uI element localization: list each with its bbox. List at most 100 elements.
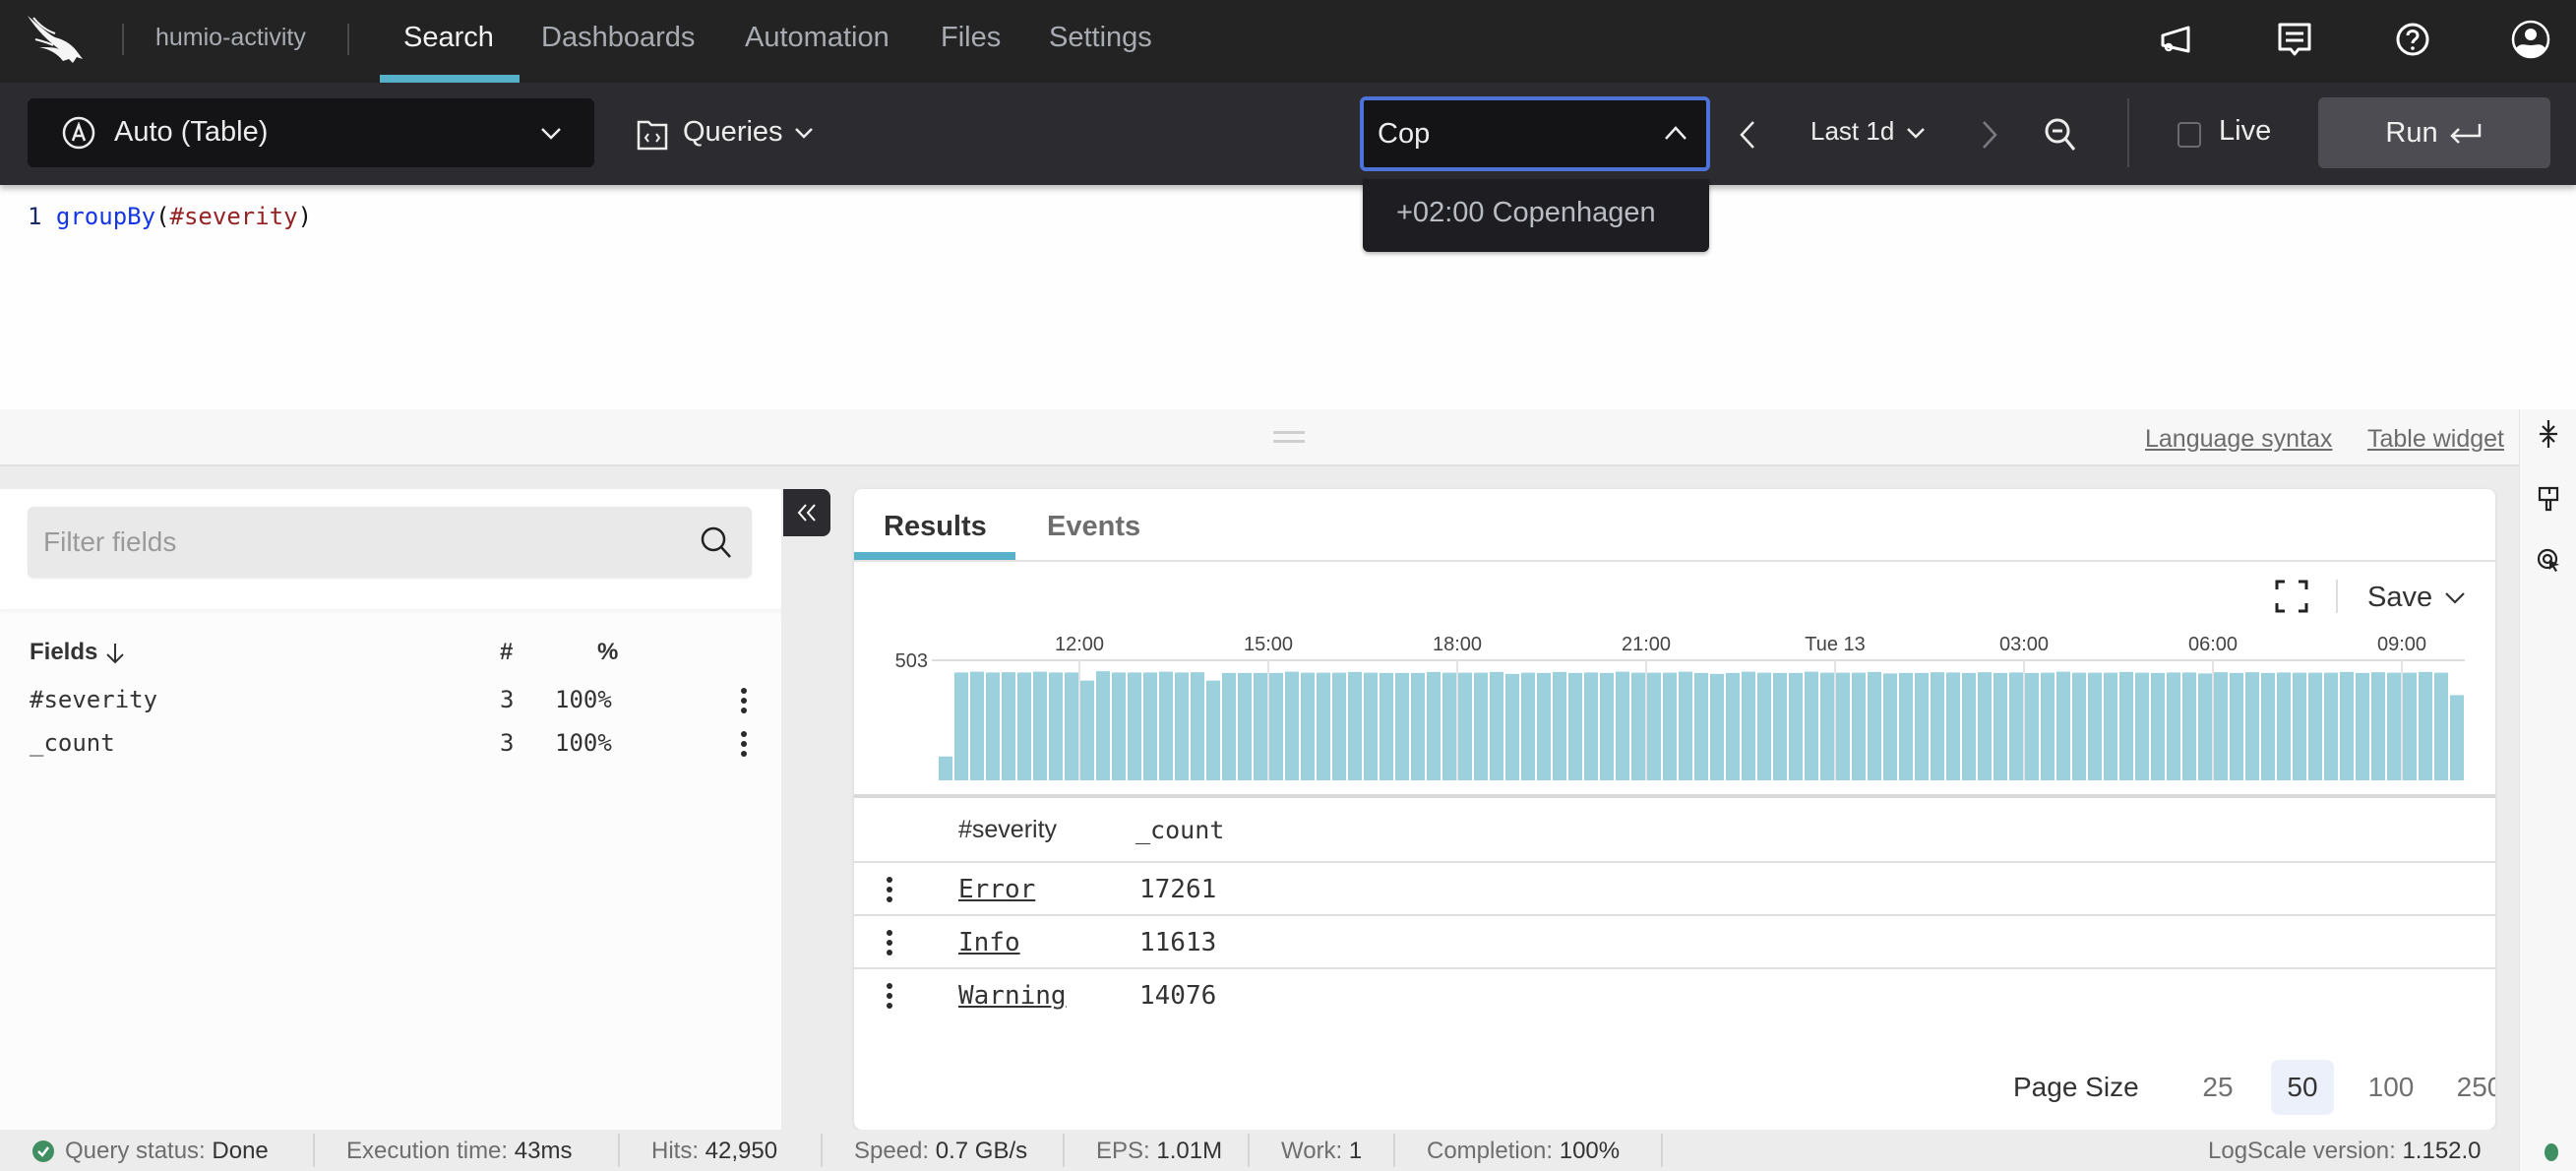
- field-name[interactable]: #severity: [30, 686, 157, 713]
- page-size-option-250[interactable]: 250: [2448, 1060, 2495, 1115]
- collapse-editor-icon[interactable]: [2536, 419, 2561, 449]
- timezone-option[interactable]: +02:00 Copenhagen: [1396, 197, 1656, 229]
- count-column-header[interactable]: #: [500, 639, 513, 666]
- filter-fields-box[interactable]: [28, 507, 752, 578]
- histogram-bar[interactable]: [1931, 672, 1944, 780]
- column-header-severity[interactable]: #severity: [958, 816, 1057, 844]
- histogram-bar[interactable]: [1143, 672, 1157, 780]
- previous-period-icon[interactable]: [1734, 118, 1763, 152]
- histogram-bar[interactable]: [1317, 672, 1330, 780]
- histogram-bar[interactable]: [1080, 680, 1094, 780]
- histogram-bar[interactable]: [2450, 695, 2464, 780]
- histogram-bar[interactable]: [1222, 672, 1236, 780]
- queries-menu-button[interactable]: Queries: [636, 98, 823, 167]
- histogram-bar[interactable]: [2104, 672, 2117, 780]
- histogram-bar[interactable]: [1474, 672, 1488, 780]
- histogram-bar[interactable]: [2119, 671, 2133, 780]
- histogram-bar[interactable]: [1820, 672, 1834, 780]
- histogram-bar[interactable]: [1269, 672, 1283, 780]
- nav-tab-automation[interactable]: Automation: [745, 22, 889, 54]
- widget-type-select[interactable]: Auto (Table): [28, 98, 594, 167]
- histogram-bar[interactable]: [1679, 671, 1692, 780]
- save-menu-button[interactable]: Save: [2367, 582, 2466, 614]
- histogram-bar[interactable]: [1757, 672, 1771, 780]
- tab-events[interactable]: Events: [1047, 511, 1140, 543]
- field-row[interactable]: _count 3 100%: [0, 729, 781, 772]
- feedback-icon[interactable]: [2275, 20, 2314, 59]
- histogram-bar[interactable]: [2419, 671, 2432, 780]
- histogram-bar[interactable]: [1899, 672, 1913, 780]
- histogram-bar[interactable]: [954, 672, 968, 780]
- histogram-bar[interactable]: [1442, 672, 1456, 780]
- histogram-bar[interactable]: [1726, 672, 1740, 780]
- histogram-bar[interactable]: [2025, 672, 2039, 780]
- histogram-bar[interactable]: [1915, 672, 1929, 780]
- histogram-bar[interactable]: [1993, 672, 2007, 780]
- histogram-bar[interactable]: [1285, 671, 1299, 780]
- timezone-select[interactable]: [1360, 96, 1710, 171]
- histogram-bar[interactable]: [1742, 671, 1755, 780]
- histogram-bar[interactable]: [1962, 672, 1976, 780]
- histogram-bar[interactable]: [1978, 672, 1992, 780]
- nav-tab-files[interactable]: Files: [941, 22, 1001, 54]
- histogram-bar[interactable]: [986, 672, 1000, 780]
- collapse-fields-panel-button[interactable]: [783, 489, 830, 536]
- histogram-bar[interactable]: [2261, 672, 2275, 780]
- histogram-bar[interactable]: [2371, 672, 2385, 780]
- fields-column-header[interactable]: Fields: [30, 639, 126, 666]
- histogram-bar[interactable]: [1159, 671, 1173, 780]
- histogram-bar[interactable]: [1553, 671, 1566, 780]
- query-editor[interactable]: 1 groupBy(#severity): [0, 185, 2576, 409]
- histogram-bar[interactable]: [1112, 672, 1126, 780]
- histogram-bar[interactable]: [1427, 671, 1441, 780]
- histogram-bar[interactable]: [1631, 672, 1645, 780]
- histogram-bar[interactable]: [2387, 672, 2401, 780]
- histogram-bar[interactable]: [1364, 672, 1378, 780]
- column-header-count[interactable]: _count: [1135, 816, 1224, 844]
- nav-tab-settings[interactable]: Settings: [1049, 22, 1152, 54]
- nav-tab-search[interactable]: Search: [403, 22, 494, 54]
- histogram-bar[interactable]: [1773, 672, 1787, 780]
- time-range-picker[interactable]: Last 1d: [1810, 116, 1926, 147]
- repository-name[interactable]: humio-activity: [155, 24, 306, 52]
- histogram-bar[interactable]: [1836, 672, 1850, 780]
- severity-cell[interactable]: Error: [958, 875, 1035, 904]
- language-syntax-link[interactable]: Language syntax: [2145, 425, 2332, 454]
- tab-results[interactable]: Results: [884, 511, 987, 543]
- histogram-bar[interactable]: [1395, 672, 1409, 780]
- histogram-bar[interactable]: [1852, 672, 1866, 780]
- histogram-bar[interactable]: [2151, 672, 2165, 780]
- histogram-bar[interactable]: [1505, 673, 1519, 780]
- falcon-logo-icon[interactable]: [26, 14, 91, 65]
- format-paint-icon[interactable]: [2536, 484, 2561, 514]
- histogram-bar[interactable]: [2167, 672, 2180, 780]
- resize-handle[interactable]: [1273, 431, 1305, 445]
- page-size-option-25[interactable]: 25: [2186, 1060, 2249, 1115]
- live-checkbox[interactable]: [2177, 122, 2201, 148]
- histogram-bar[interactable]: [1663, 672, 1677, 780]
- nav-tab-dashboards[interactable]: Dashboards: [541, 22, 695, 54]
- histogram-bar[interactable]: [2009, 672, 2023, 780]
- histogram-bar[interactable]: [1128, 672, 1141, 780]
- histogram-bar[interactable]: [1537, 672, 1551, 780]
- histogram-bar[interactable]: [939, 756, 952, 780]
- percent-column-header[interactable]: %: [597, 639, 618, 666]
- histogram-bar[interactable]: [1616, 671, 1629, 780]
- histogram-bar[interactable]: [1033, 671, 1047, 780]
- field-menu-icon[interactable]: [740, 731, 748, 757]
- event-histogram[interactable]: 503 12:00 15:00 18:00 21:00 Tue 13 03:00 06:00 0…: [854, 625, 2495, 794]
- page-size-option-50[interactable]: 50: [2271, 1060, 2334, 1115]
- histogram-bar[interactable]: [1002, 672, 1015, 780]
- histogram-bar[interactable]: [2041, 672, 2055, 780]
- fullscreen-icon[interactable]: [2275, 580, 2308, 613]
- row-menu-icon[interactable]: [886, 930, 893, 955]
- zoom-out-icon[interactable]: [2043, 116, 2078, 154]
- row-menu-icon[interactable]: [886, 983, 893, 1009]
- table-widget-link[interactable]: Table widget: [2367, 425, 2504, 454]
- next-period-icon[interactable]: [1974, 118, 2003, 152]
- run-button[interactable]: Run: [2318, 97, 2550, 168]
- histogram-bar[interactable]: [2324, 672, 2338, 780]
- field-menu-icon[interactable]: [740, 688, 748, 713]
- histogram-bar[interactable]: [1380, 672, 1393, 780]
- histogram-bar[interactable]: [1694, 672, 1708, 780]
